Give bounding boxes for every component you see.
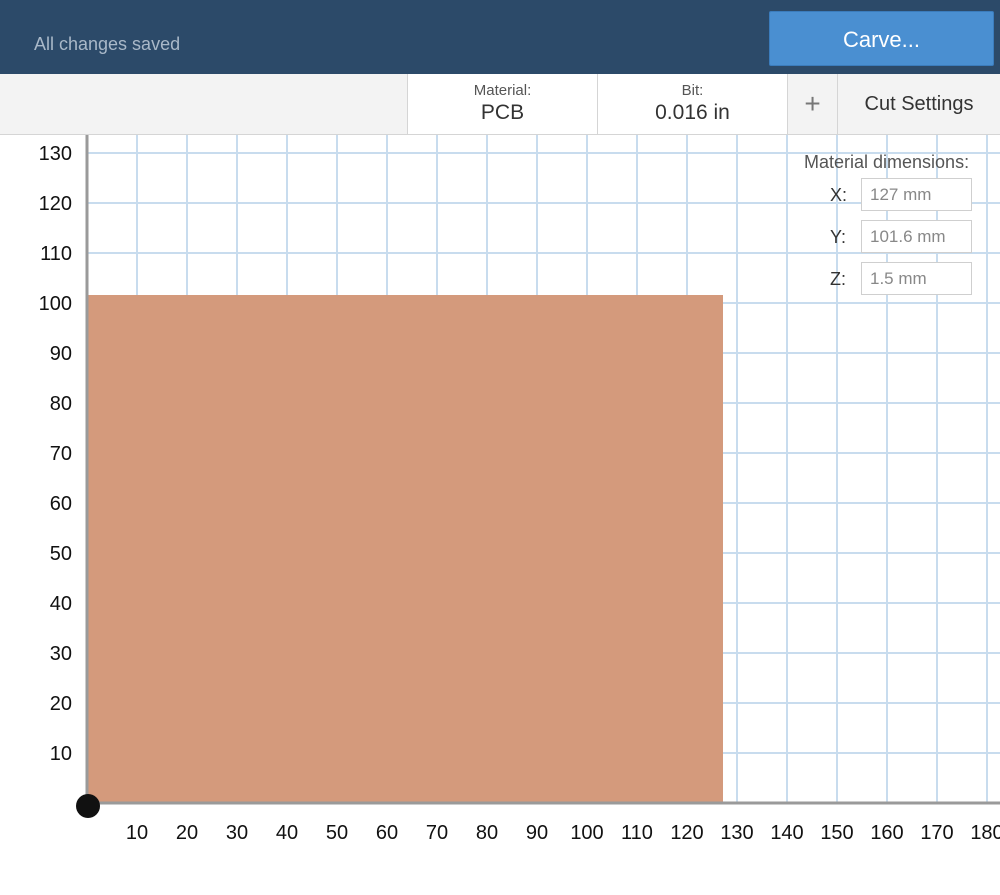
- x-tick-label: 50: [326, 822, 348, 844]
- dimension-x-label: X:: [830, 185, 848, 205]
- y-tick-label: 130: [39, 143, 72, 165]
- y-tick-label: 50: [50, 543, 72, 565]
- plus-icon: +: [804, 88, 821, 119]
- y-tick-label: 20: [50, 693, 72, 715]
- bit-selector[interactable]: Bit: 0.016 in: [597, 74, 787, 134]
- material-dimensions-panel: Material dimensions: X: Y: Z:: [804, 152, 994, 295]
- material-label: Material:: [473, 82, 532, 99]
- x-tick-label: 40: [276, 822, 298, 844]
- bit-label: Bit:: [681, 82, 704, 99]
- y-tick-label: 60: [50, 493, 72, 515]
- x-tick-label: 110: [621, 822, 653, 844]
- dimension-z-row: Z:: [804, 262, 994, 296]
- material-value: PCB: [480, 101, 525, 124]
- y-tick-label: 100: [39, 293, 72, 315]
- origin-marker: [76, 794, 100, 818]
- dimension-x-input[interactable]: [861, 178, 972, 211]
- save-status: All changes saved: [34, 34, 181, 54]
- carve-button[interactable]: Carve...: [769, 11, 994, 66]
- dimension-y-input[interactable]: [861, 220, 972, 253]
- x-tick-label: 130: [720, 822, 753, 844]
- x-tick-label: 80: [476, 822, 498, 844]
- dimension-y-label: Y:: [830, 227, 847, 247]
- dimension-x-row: X:: [804, 178, 994, 212]
- x-tick-label: 140: [770, 822, 803, 844]
- y-tick-label: 110: [40, 243, 72, 265]
- material-dimensions-title: Material dimensions:: [804, 152, 970, 172]
- top-bar: All changes saved Carve...: [0, 0, 1000, 74]
- y-tick-label: 70: [50, 443, 72, 465]
- material-board[interactable]: [87, 295, 723, 803]
- add-bit-button[interactable]: +: [787, 74, 837, 134]
- dimension-z-input[interactable]: [861, 262, 972, 295]
- x-tick-label: 10: [126, 822, 148, 844]
- bit-value: 0.016 in: [655, 101, 730, 124]
- x-tick-label: 150: [820, 822, 853, 844]
- y-tick-label: 40: [50, 593, 72, 615]
- x-tick-label: 160: [870, 822, 903, 844]
- x-tick-label: 60: [376, 822, 398, 844]
- x-tick-label: 20: [176, 822, 198, 844]
- toolbar: Material: PCB Bit: 0.016 in + Cut Settin…: [0, 74, 1000, 135]
- y-tick-label: 10: [50, 743, 72, 765]
- x-tick-label: 180: [970, 822, 1000, 844]
- cut-settings-button[interactable]: Cut Settings: [837, 74, 1000, 134]
- x-tick-label: 90: [526, 822, 548, 844]
- y-tick-label: 90: [50, 343, 72, 365]
- dimension-z-label: Z:: [830, 269, 846, 289]
- material-selector[interactable]: Material: PCB: [407, 74, 597, 134]
- x-tick-label: 70: [426, 822, 448, 844]
- cut-settings-label: Cut Settings: [864, 93, 974, 115]
- x-axis-labels: 10 20 30 40 50 60 70 80 90 100 110 120 130 140 150 160 1…: [126, 822, 1000, 844]
- x-tick-label: 30: [226, 822, 248, 844]
- x-tick-label: 170: [920, 822, 953, 844]
- y-tick-label: 120: [39, 193, 72, 215]
- y-tick-label: 80: [50, 393, 72, 415]
- x-tick-label: 120: [670, 822, 703, 844]
- x-tick-label: 100: [570, 822, 603, 844]
- dimension-y-row: Y:: [804, 220, 994, 254]
- y-tick-label: 30: [50, 643, 72, 665]
- y-axis-labels: 10 20 30 40 50 60 70 80 90 100 110 120 130: [39, 143, 72, 765]
